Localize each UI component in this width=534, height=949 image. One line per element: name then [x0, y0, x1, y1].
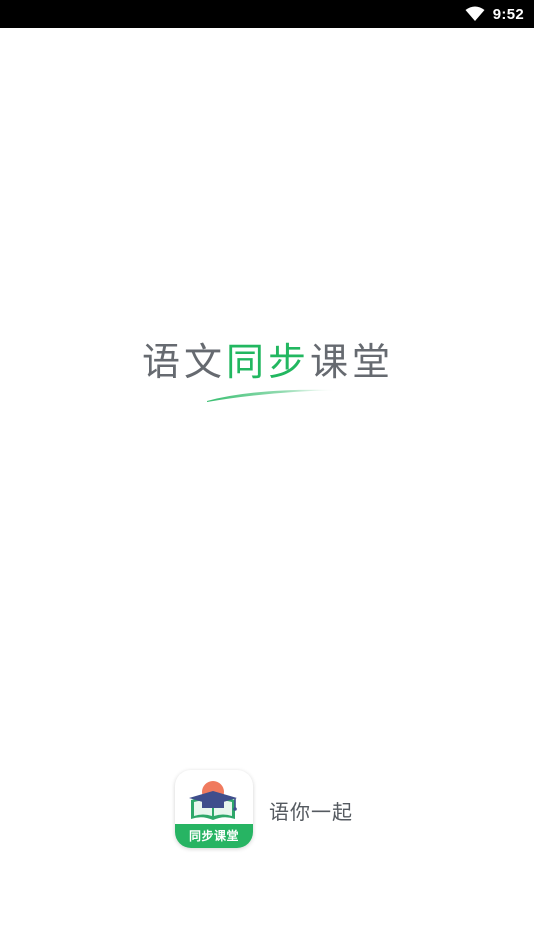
graduation-cap-book-icon: [189, 781, 237, 820]
app-title: 语文同步课堂: [142, 340, 402, 384]
splash-screen: 9:52 语文同步课堂 同步课堂 语你一起: [0, 0, 534, 949]
slogan-text: 语你一起: [269, 800, 353, 824]
title-part-yuwen: 语文: [142, 340, 227, 384]
title-part-tongbu: 同步: [226, 340, 311, 384]
app-icon: 同步课堂: [175, 770, 253, 848]
title-part-ketang: 课堂: [310, 340, 395, 384]
brand-footer: 同步课堂 语你一起: [175, 770, 375, 850]
wifi-icon: [465, 6, 485, 21]
status-bar: 9:52: [0, 0, 534, 28]
status-indicators: 9:52: [465, 0, 524, 28]
title-underline-swoosh: [207, 389, 337, 402]
app-icon-label: 同步课堂: [175, 824, 253, 848]
status-time: 9:52: [492, 5, 524, 23]
